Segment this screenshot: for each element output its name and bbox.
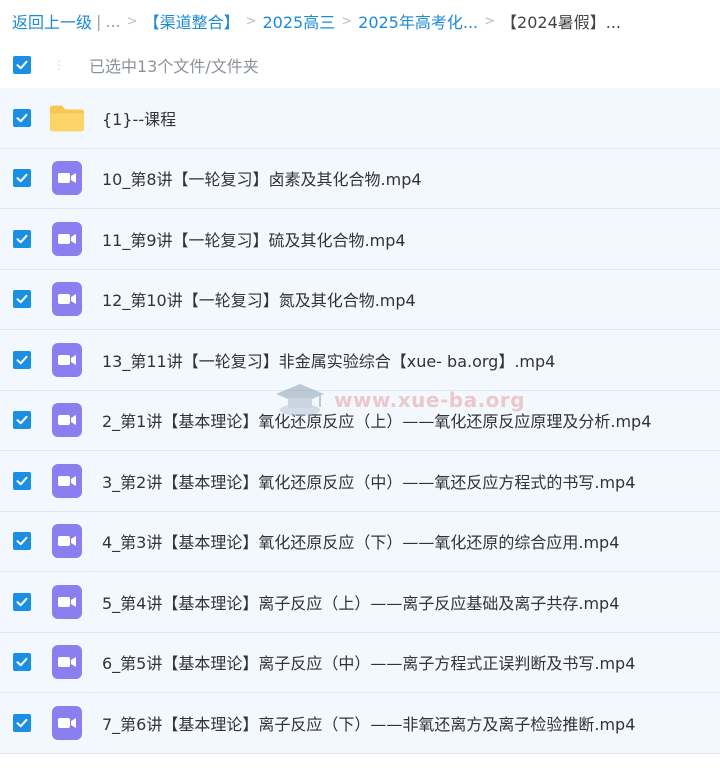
file-name[interactable]: 3_第2讲【基本理论】氧化还原反应（中）——氧还反应方程式的书写.mp4 <box>102 469 635 493</box>
breadcrumb-current: 【2024暑假】... <box>501 13 622 32</box>
file-checkbox[interactable] <box>13 653 31 672</box>
chevron-right-icon: > <box>484 13 496 29</box>
selection-bar: ⋮ 已选中13个文件/文件夹 <box>0 42 720 88</box>
breadcrumb: 返回上一级 | ... > 【渠道整合】 > 2025高三 > 2025年高考化… <box>12 0 712 42</box>
breadcrumb-divider: | <box>96 11 102 31</box>
video-file-icon <box>49 644 85 680</box>
video-file-icon <box>49 221 85 257</box>
check-icon <box>16 60 28 70</box>
video-file-icon <box>49 584 85 620</box>
video-file-icon <box>49 281 85 317</box>
video-file-icon <box>49 342 85 378</box>
file-row[interactable]: 11_第9讲【一轮复习】硫及其化合物.mp4 <box>0 209 720 270</box>
check-icon <box>16 597 28 606</box>
check-icon <box>16 718 28 727</box>
chevron-right-icon: > <box>341 13 353 29</box>
file-row[interactable]: 6_第5讲【基本理论】离子反应（中）——离子方程式正误判断及书写.mp4 <box>0 632 720 693</box>
breadcrumb-item[interactable]: 【渠道整合】 <box>144 9 240 33</box>
file-checkbox[interactable] <box>13 592 31 611</box>
file-row[interactable]: {1}--课程 <box>0 88 720 149</box>
file-checkbox[interactable] <box>13 713 31 732</box>
file-name[interactable]: 13_第11讲【一轮复习】非金属实验综合【xue- ba.org】.mp4 <box>102 348 555 372</box>
file-name[interactable]: 10_第8讲【一轮复习】卤素及其化合物.mp4 <box>102 166 422 190</box>
select-all-checkbox[interactable] <box>13 56 31 74</box>
file-row[interactable]: 12_第10讲【一轮复习】氮及其化合物.mp4 <box>0 269 720 330</box>
file-name[interactable]: 2_第1讲【基本理论】氧化还原反应（上）——氧化还原反应原理及分析.mp4 <box>102 408 651 432</box>
file-name[interactable]: 12_第10讲【一轮复习】氮及其化合物.mp4 <box>102 287 416 311</box>
file-row[interactable]: 3_第2讲【基本理论】氧化还原反应（中）——氧还反应方程式的书写.mp4 <box>0 451 720 512</box>
check-icon <box>16 658 28 667</box>
file-name[interactable]: 4_第3讲【基本理论】氧化还原反应（下）——氧化还原的综合应用.mp4 <box>102 529 619 553</box>
file-row[interactable]: 5_第4讲【基本理论】离子反应（上）——离子反应基础及离子共存.mp4 <box>0 572 720 633</box>
check-icon <box>16 355 28 364</box>
file-checkbox[interactable] <box>13 169 31 188</box>
check-icon <box>16 234 28 243</box>
breadcrumb-ellipsis[interactable]: ... <box>105 12 120 31</box>
file-name[interactable]: {1}--课程 <box>102 106 176 130</box>
file-name[interactable]: 11_第9讲【一轮复习】硫及其化合物.mp4 <box>102 227 406 251</box>
check-icon <box>16 113 28 122</box>
file-name[interactable]: 5_第4讲【基本理论】离子反应（上）——离子反应基础及离子共存.mp4 <box>102 590 619 614</box>
file-checkbox[interactable] <box>13 290 31 309</box>
back-link[interactable]: 返回上一级 <box>12 9 92 33</box>
breadcrumb-item[interactable]: 2025高三 <box>263 9 336 33</box>
file-row[interactable]: 4_第3讲【基本理论】氧化还原反应（下）——氧化还原的综合应用.mp4 <box>0 511 720 572</box>
file-name[interactable]: 6_第5讲【基本理论】离子反应（中）——离子方程式正误判断及书写.mp4 <box>102 650 635 674</box>
file-checkbox[interactable] <box>13 532 31 551</box>
video-file-icon <box>49 705 85 741</box>
file-checkbox[interactable] <box>13 229 31 248</box>
file-name[interactable]: 7_第6讲【基本理论】离子反应（下）——非氧还离方及离子检验推断.mp4 <box>102 711 635 735</box>
folder-icon <box>49 100 85 136</box>
chevron-right-icon: > <box>245 13 257 29</box>
breadcrumb-item[interactable]: 2025年高考化... <box>358 9 478 33</box>
video-file-icon <box>49 402 85 438</box>
selection-count: 已选中13个文件/文件夹 <box>89 57 259 76</box>
file-checkbox[interactable] <box>13 471 31 490</box>
file-checkbox[interactable] <box>13 108 31 127</box>
video-file-icon <box>49 523 85 559</box>
grip-icon: ⋮ <box>53 58 65 72</box>
check-icon <box>16 537 28 546</box>
file-row[interactable]: 2_第1讲【基本理论】氧化还原反应（上）——氧化还原反应原理及分析.mp4 <box>0 390 720 451</box>
file-checkbox[interactable] <box>13 411 31 430</box>
check-icon <box>16 416 28 425</box>
file-row[interactable]: 10_第8讲【一轮复习】卤素及其化合物.mp4 <box>0 148 720 209</box>
video-file-icon <box>49 160 85 196</box>
video-file-icon <box>49 463 85 499</box>
file-checkbox[interactable] <box>13 350 31 369</box>
file-row[interactable]: 13_第11讲【一轮复习】非金属实验综合【xue- ba.org】.mp4 <box>0 330 720 391</box>
file-row[interactable]: 7_第6讲【基本理论】离子反应（下）——非氧还离方及离子检验推断.mp4 <box>0 693 720 754</box>
check-icon <box>16 295 28 304</box>
check-icon <box>16 174 28 183</box>
check-icon <box>16 476 28 485</box>
file-list: {1}--课程 10_第8讲【一轮复习】卤素及其化合物.mp4 11_第9讲【一轮复… <box>0 88 720 754</box>
chevron-right-icon: > <box>126 13 138 29</box>
